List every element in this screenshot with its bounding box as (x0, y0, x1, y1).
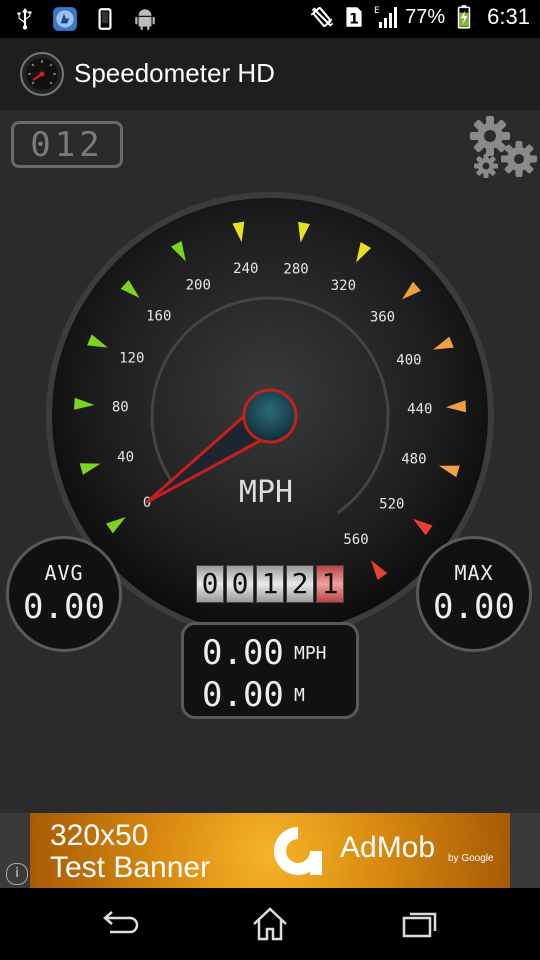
ad-size-label: 320x50 (50, 819, 149, 852)
max-value: 0.00 (433, 587, 515, 627)
gauge-tick-label: 280 (283, 261, 308, 277)
recent-apps-icon[interactable] (400, 906, 440, 942)
gauge-tick-label: 400 (396, 352, 421, 368)
ad-banner[interactable]: 320x50 Test Banner AdMob by Google i (0, 813, 540, 888)
gauge-tick-label: 480 (401, 451, 426, 467)
odometer: 0 0 1 2 1 (196, 565, 344, 603)
gauge-tick-label: 560 (343, 532, 368, 548)
trip-counter: 012 (11, 121, 123, 168)
vibrate-icon (310, 6, 334, 28)
sim-icon: 1 (346, 7, 362, 28)
battery-charging-icon (457, 5, 471, 29)
ad-by-line: by Google (448, 853, 494, 864)
status-bar: 1 E 77% 6:31 (0, 0, 540, 38)
gauge-hub (242, 388, 298, 444)
gauge-tick-label: 120 (119, 351, 144, 367)
speed-distance-readout: 0.00 MPH 0.00 M (181, 622, 359, 719)
app-notification-icon (53, 7, 77, 31)
odometer-digit: 0 (226, 565, 254, 603)
speed-unit: MPH (294, 643, 327, 664)
usb-icon (17, 8, 32, 30)
app-bar: Speedometer HD (0, 38, 540, 110)
android-icon (135, 9, 155, 30)
speed-row: 0.00 MPH (202, 633, 327, 673)
avg-value: 0.00 (23, 587, 105, 627)
gauge-unit-label: MPH (239, 475, 293, 510)
battery-percent: 77% (405, 5, 446, 28)
odometer-digit: 2 (286, 565, 314, 603)
max-dial: MAX 0.00 (416, 536, 532, 652)
gauge-tick-label: 240 (233, 261, 258, 277)
avg-dial: AVG 0.00 (6, 536, 122, 652)
app-title: Speedometer HD (74, 58, 275, 88)
network-type-label: E (374, 6, 380, 16)
home-icon[interactable] (250, 906, 290, 942)
settings-gear-icon[interactable] (466, 114, 540, 184)
gauge-tick-label: 200 (186, 277, 211, 293)
sim-slot-label: 1 (349, 12, 359, 28)
gauge-tick-label: 440 (407, 402, 432, 418)
distance-value: 0.00 (202, 675, 284, 715)
gauge-tick-label: 360 (370, 310, 395, 326)
ad-brand: AdMob (340, 831, 436, 864)
ad-test-label: Test Banner (50, 851, 211, 884)
max-label: MAX (454, 561, 494, 585)
distance-unit: M (294, 685, 305, 706)
gauge-tick-label: 520 (379, 497, 404, 513)
speedometer-screen: 012 0 40 80 120 160 200 240 280 320 360 … (0, 110, 540, 813)
ad-creative[interactable]: 320x50 Test Banner AdMob by Google (30, 813, 510, 888)
speedometer-logo-icon (20, 52, 64, 96)
speed-value: 0.00 (202, 633, 284, 673)
odometer-digit: 1 (316, 565, 344, 603)
admob-logo-icon (274, 827, 322, 875)
avg-label: AVG (44, 561, 84, 585)
phone-icon (98, 8, 112, 30)
clock: 6:31 (487, 4, 530, 29)
signal-icon: E (374, 6, 398, 28)
distance-row: 0.00 M (202, 675, 305, 715)
back-icon[interactable] (100, 906, 140, 942)
gauge-tick-label: 320 (331, 278, 356, 294)
gauge-tick-label: 160 (146, 308, 171, 324)
odometer-digit: 0 (196, 565, 224, 603)
odometer-digit: 1 (256, 565, 284, 603)
gauge-tick-label: 40 (117, 450, 134, 466)
navigation-bar (0, 888, 540, 960)
gauge-tick-label: 80 (112, 400, 129, 416)
ad-info-icon[interactable]: i (6, 863, 28, 885)
